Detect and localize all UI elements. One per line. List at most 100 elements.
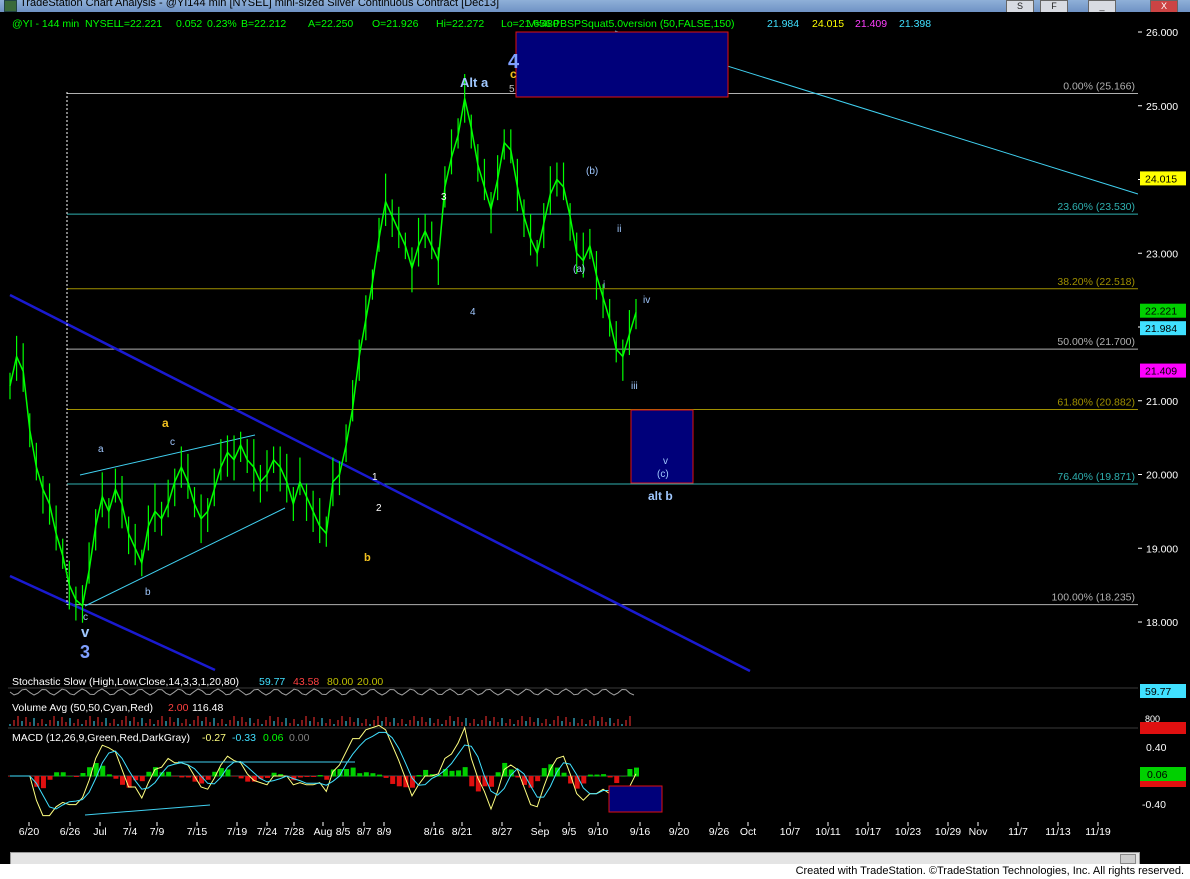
macd-target-box (608, 785, 663, 813)
ytick-label: 26.000 (1146, 27, 1178, 39)
stoch-tag-text: 59.77 (1145, 686, 1171, 698)
macd-hist-bar (403, 776, 409, 788)
volume-value-2: 116.48 (192, 702, 223, 714)
macd-hist-bar (614, 776, 620, 784)
macd-hist-bar (245, 776, 251, 782)
macd-hist-bar (377, 774, 383, 777)
xtick-label: 10/23 (895, 826, 921, 838)
macd-hist-bar (581, 776, 587, 784)
xtick-label: Jul (93, 826, 106, 838)
xtick-label: 8/21 (452, 826, 473, 838)
xtick-label: 11/13 (1045, 826, 1071, 838)
title-bar: TradeStation Chart Analysis - @YI144 min… (0, 0, 1190, 12)
macd-hist-bar (469, 776, 475, 787)
minimize-button[interactable]: _ (1088, 0, 1116, 12)
macd-hist-bar (185, 776, 191, 778)
format-button[interactable]: F (1040, 0, 1068, 12)
fib-label: 50.00% (21.700) (1057, 336, 1135, 348)
macd-hist-bar (126, 776, 132, 788)
stoch-value-2: 43.58 (293, 676, 319, 688)
wave-label: 2 (376, 503, 382, 514)
macd-ytick-top: 0.40 (1146, 742, 1167, 754)
stoch-value-4: 20.00 (357, 676, 383, 688)
macd-hist-bar (54, 772, 60, 777)
xtick-label: 10/11 (815, 826, 841, 838)
xtick-label: 8/5 (336, 826, 351, 838)
macd-hist-bar (264, 776, 270, 778)
stoch-label: Stochastic Slow (High,Low,Close,14,3,3,1… (12, 676, 239, 688)
xtick-label: 7/19 (227, 826, 248, 838)
footer: Created with TradeStation. ©TradeStation… (0, 864, 1190, 879)
header-field: A=22.250 (308, 18, 353, 30)
macd-hist-bar (489, 776, 495, 787)
macd-hist-bar (561, 772, 567, 777)
macd-hist-bar (172, 776, 178, 777)
ytick-label: 20.000 (1146, 470, 1178, 482)
macd-hist-bar (456, 770, 462, 777)
xtick-label: 7/9 (150, 826, 165, 838)
xtick-label: Oct (740, 826, 756, 838)
price-tag-text: 22.221 (1145, 306, 1177, 318)
price-tag-text: 24.015 (1145, 173, 1177, 185)
header-indicator-value: 24.015 (812, 18, 844, 30)
close-button[interactable]: X (1150, 0, 1178, 12)
xtick-label: 8/9 (377, 826, 392, 838)
macd-hist-bar (67, 776, 73, 777)
macd-tag-text: 0.06 (1147, 769, 1168, 781)
ytick-label: 23.000 (1146, 248, 1178, 260)
volume-label: Volume Avg (50,50,Cyan,Red) (12, 702, 153, 714)
wave-label: Alt a (460, 75, 489, 90)
scrollbar-thumb[interactable] (1120, 854, 1136, 864)
macd-hist-bar (370, 773, 376, 777)
chart-area[interactable]: @YI - 144 min NYSEL L=22.221 0.052 0.23% B=… (0, 12, 1190, 864)
macd-hist-bar (574, 776, 580, 789)
ytick-label: 19.000 (1146, 543, 1178, 555)
macd-hist-bar (462, 767, 468, 777)
ytick-label: 18.000 (1146, 617, 1178, 629)
macd-value-2: -0.33 (232, 732, 256, 744)
macd-value-4: 0.00 (289, 732, 310, 744)
wave-label: a (162, 416, 169, 430)
macd-hist-bar (232, 776, 238, 777)
macd-hist-bar (634, 767, 639, 777)
xtick-label: 9/5 (562, 826, 577, 838)
fib-label: 76.40% (19.871) (1057, 471, 1135, 483)
wave-label: 4 (470, 307, 476, 318)
header-field: L=22.221 (118, 18, 162, 30)
price-axis-bg (1138, 28, 1190, 698)
xtick-label: 9/16 (630, 826, 651, 838)
macd-red-tag (1140, 781, 1186, 787)
symbol-link-button[interactable]: S (1006, 0, 1034, 12)
wave-label: c (83, 612, 88, 623)
macd-hist-bar (449, 770, 455, 777)
macd-hist-bar (304, 776, 310, 777)
xtick-label: 10/29 (935, 826, 961, 838)
macd-hist-bar (47, 776, 53, 780)
macd-hist-bar (179, 776, 185, 778)
wave-label: 3 (441, 192, 447, 203)
header-field: O=21.926 (372, 18, 419, 30)
header-field: B=22.212 (241, 18, 286, 30)
xtick-label: 7/24 (257, 826, 278, 838)
xtick-label: 6/26 (60, 826, 81, 838)
window-title: TradeStation Chart Analysis - @YI144 min… (20, 0, 500, 9)
macd-hist-bar (363, 772, 369, 777)
header-field: Hi=22.272 (436, 18, 484, 30)
macd-hist-bar (218, 768, 224, 777)
fib-label: 38.20% (22.518) (1057, 276, 1135, 288)
header-indicator-value: 21.409 (855, 18, 887, 30)
wave-label: iv (643, 295, 650, 306)
macd-value-3: 0.06 (263, 732, 284, 744)
macd-hist-bar (594, 774, 600, 777)
macd-hist-bar (73, 776, 79, 777)
macd-hist-bar (396, 776, 402, 787)
wave-label: b (145, 587, 151, 598)
macd-hist-bar (344, 769, 350, 777)
wave-label: ii (617, 224, 621, 235)
xtick-label: 11/19 (1085, 826, 1111, 838)
xtick-label: 11/7 (1008, 826, 1028, 838)
wave-label: (b) (586, 166, 598, 177)
wave-label: 5 (509, 84, 515, 95)
macd-hist-bar (601, 774, 607, 777)
macd-hist-bar (120, 776, 126, 785)
